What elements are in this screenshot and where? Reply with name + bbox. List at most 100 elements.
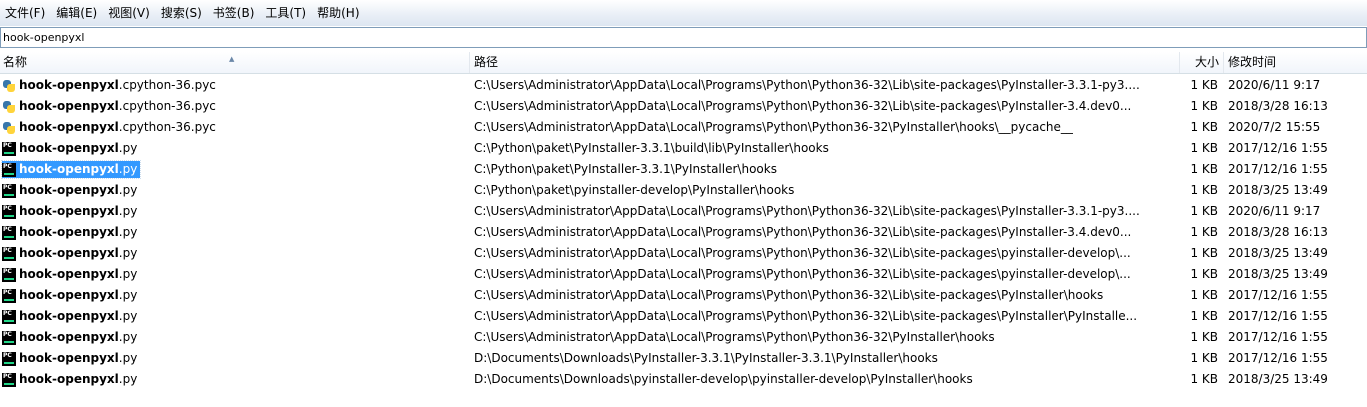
file-name-ext: .py — [118, 246, 138, 260]
pycharm-file-icon: PC — [2, 141, 16, 156]
file-name: PC hook-openpyxl.py — [2, 182, 140, 199]
result-row[interactable]: hook-openpyxl.cpython-36.pyc C:\Users\Ad… — [0, 75, 1367, 96]
result-row[interactable]: hook-openpyxl.cpython-36.pyc C:\Users\Ad… — [0, 96, 1367, 117]
file-name: PC hook-openpyxl.py — [2, 140, 140, 157]
file-path: C:\Users\Administrator\AppData\Local\Pro… — [474, 246, 1131, 260]
file-name-ext: .py — [118, 372, 138, 386]
column-header: 名称 ▲ 路径 大小 修改时间 — [0, 52, 1367, 74]
file-path: C:\Users\Administrator\AppData\Local\Pro… — [474, 267, 1131, 281]
result-row[interactable]: PC hook-openpyxl.py C:\Python\paket\pyin… — [0, 180, 1367, 201]
file-name-ext: .cpython-36.pyc — [118, 120, 216, 134]
file-path: C:\Python\paket\PyInstaller-3.3.1\build\… — [474, 141, 829, 155]
file-size: 1 KB — [1190, 288, 1218, 302]
file-size: 1 KB — [1190, 309, 1218, 323]
file-name-cell: PC hook-openpyxl.py — [0, 201, 470, 222]
file-name-base: hook-openpyxl — [19, 141, 119, 155]
file-modified-date: 2018/3/28 16:13 — [1228, 99, 1328, 113]
column-header-date[interactable]: 修改时间 — [1224, 52, 1367, 73]
file-name-base: hook-openpyxl — [19, 330, 119, 344]
python-file-icon — [2, 121, 16, 135]
file-size: 1 KB — [1190, 78, 1218, 92]
result-row[interactable]: PC hook-openpyxl.py D:\Documents\Downloa… — [0, 369, 1367, 390]
result-row[interactable]: PC hook-openpyxl.py C:\Users\Administrat… — [0, 222, 1367, 243]
python-file-icon — [2, 79, 16, 93]
file-name: PC hook-openpyxl.py — [0, 160, 142, 179]
file-size: 1 KB — [1190, 99, 1218, 113]
file-name-ext: .py — [118, 162, 138, 176]
file-name-base: hook-openpyxl — [19, 204, 119, 218]
file-name: hook-openpyxl.cpython-36.pyc — [2, 98, 219, 115]
search-box — [0, 27, 1367, 48]
file-name-base: hook-openpyxl — [19, 246, 119, 260]
menu-view[interactable]: 视图(V) — [103, 0, 156, 26]
results-list: hook-openpyxl.cpython-36.pyc C:\Users\Ad… — [0, 75, 1367, 390]
file-name-base: hook-openpyxl — [19, 351, 119, 365]
pycharm-file-icon: PC — [2, 246, 16, 261]
pycharm-file-icon: PC — [2, 288, 16, 303]
search-input[interactable] — [1, 28, 1366, 47]
file-modified-date: 2017/12/16 1:55 — [1228, 351, 1328, 365]
result-row[interactable]: hook-openpyxl.cpython-36.pyc C:\Users\Ad… — [0, 117, 1367, 138]
pycharm-file-icon: PC — [2, 183, 16, 198]
file-path: C:\Users\Administrator\AppData\Local\Pro… — [474, 99, 1132, 113]
file-path: C:\Users\Administrator\AppData\Local\Pro… — [474, 330, 995, 344]
file-path: D:\Documents\Downloads\pyinstaller-devel… — [474, 372, 973, 386]
file-name-cell: PC hook-openpyxl.py — [0, 348, 470, 369]
file-modified-date: 2018/3/25 13:49 — [1228, 267, 1328, 281]
file-name-base: hook-openpyxl — [19, 99, 119, 113]
file-size: 1 KB — [1190, 372, 1218, 386]
file-name: PC hook-openpyxl.py — [2, 329, 140, 346]
file-name-base: hook-openpyxl — [19, 372, 119, 386]
file-name-ext: .py — [118, 288, 138, 302]
menu-bookmarks[interactable]: 书签(B) — [208, 0, 261, 26]
file-name-ext: .cpython-36.pyc — [118, 78, 216, 92]
file-size: 1 KB — [1190, 330, 1218, 344]
result-row[interactable]: PC hook-openpyxl.py C:\Users\Administrat… — [0, 243, 1367, 264]
file-name-cell: PC hook-openpyxl.py — [0, 285, 470, 306]
column-header-name[interactable]: 名称 ▲ — [0, 52, 470, 73]
pycharm-file-icon: PC — [2, 351, 16, 366]
file-size: 1 KB — [1190, 141, 1218, 155]
result-row[interactable]: PC hook-openpyxl.py D:\Documents\Downloa… — [0, 348, 1367, 369]
file-name: PC hook-openpyxl.py — [2, 203, 140, 220]
result-row[interactable]: PC hook-openpyxl.py C:\Python\paket\PyIn… — [0, 159, 1367, 180]
menu-edit[interactable]: 编辑(E) — [51, 0, 103, 26]
file-size: 1 KB — [1190, 120, 1218, 134]
file-name-base: hook-openpyxl — [19, 288, 119, 302]
file-name-ext: .py — [118, 141, 138, 155]
result-row[interactable]: PC hook-openpyxl.py C:\Users\Administrat… — [0, 201, 1367, 222]
file-path: C:\Python\paket\PyInstaller-3.3.1\PyInst… — [474, 162, 777, 176]
file-size: 1 KB — [1190, 351, 1218, 365]
file-name: PC hook-openpyxl.py — [2, 224, 140, 241]
file-name-cell: hook-openpyxl.cpython-36.pyc — [0, 96, 470, 117]
column-header-size[interactable]: 大小 — [1180, 52, 1224, 73]
column-header-path[interactable]: 路径 — [470, 52, 1180, 73]
menu-bar: 文件(F) 编辑(E) 视图(V) 搜索(S) 书签(B) 工具(T) 帮助(H… — [0, 0, 1367, 26]
result-row[interactable]: PC hook-openpyxl.py C:\Users\Administrat… — [0, 306, 1367, 327]
file-path: C:\Python\paket\pyinstaller-develop\PyIn… — [474, 183, 795, 197]
file-path: D:\Documents\Downloads\PyInstaller-3.3.1… — [474, 351, 938, 365]
menu-help[interactable]: 帮助(H) — [312, 0, 365, 26]
result-row[interactable]: PC hook-openpyxl.py C:\Users\Administrat… — [0, 285, 1367, 306]
file-size: 1 KB — [1190, 162, 1218, 176]
file-name-cell: hook-openpyxl.cpython-36.pyc — [0, 117, 470, 138]
file-modified-date: 2018/3/25 13:49 — [1228, 183, 1328, 197]
file-name-ext: .py — [118, 183, 138, 197]
result-row[interactable]: PC hook-openpyxl.py C:\Python\paket\PyIn… — [0, 138, 1367, 159]
file-name-base: hook-openpyxl — [19, 183, 119, 197]
menu-tools[interactable]: 工具(T) — [260, 0, 312, 26]
result-row[interactable]: PC hook-openpyxl.py C:\Users\Administrat… — [0, 327, 1367, 348]
pycharm-file-icon: PC — [2, 309, 16, 324]
menu-search[interactable]: 搜索(S) — [156, 0, 208, 26]
python-file-icon — [2, 100, 16, 114]
file-name-base: hook-openpyxl — [19, 162, 119, 176]
menu-file[interactable]: 文件(F) — [0, 0, 51, 26]
result-row[interactable]: PC hook-openpyxl.py C:\Users\Administrat… — [0, 264, 1367, 285]
file-path: C:\Users\Administrator\AppData\Local\Pro… — [474, 204, 1140, 218]
file-name: PC hook-openpyxl.py — [2, 371, 140, 388]
file-modified-date: 2020/6/11 9:17 — [1228, 78, 1321, 92]
file-name-ext: .cpython-36.pyc — [118, 99, 216, 113]
pycharm-file-icon: PC — [2, 225, 16, 240]
file-path: C:\Users\Administrator\AppData\Local\Pro… — [474, 120, 1073, 134]
file-name: PC hook-openpyxl.py — [2, 308, 140, 325]
